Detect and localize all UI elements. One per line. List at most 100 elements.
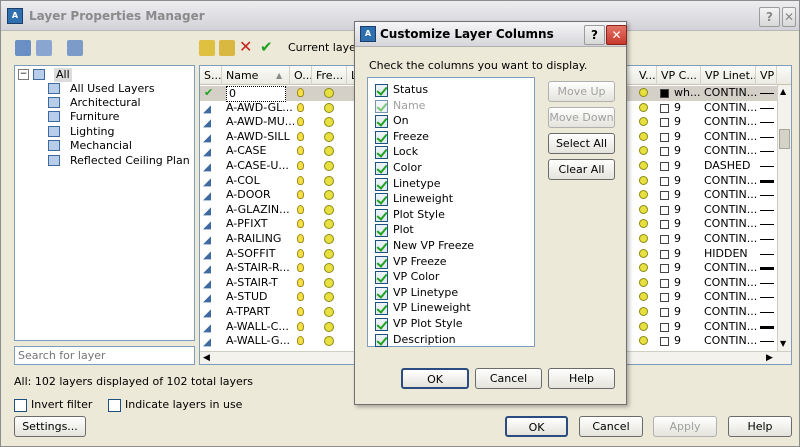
vp-linetype-value[interactable]: CONTIN... xyxy=(704,86,757,100)
vp-lineweight-line[interactable] xyxy=(760,312,774,313)
col-header-vp-linetype[interactable]: VP Linet... xyxy=(701,66,756,85)
vp-freeze-sun-icon[interactable] xyxy=(639,190,648,200)
freeze-sun-icon[interactable] xyxy=(324,234,334,244)
on-bulb-icon[interactable] xyxy=(297,307,304,316)
vp-freeze-sun-icon[interactable] xyxy=(639,321,648,331)
vp-color-swatch[interactable] xyxy=(660,147,669,157)
column-checkbox[interactable] xyxy=(375,224,388,238)
column-checkbox[interactable] xyxy=(375,318,388,331)
vp-linetype-value[interactable]: CONTIN... xyxy=(704,174,757,188)
delete-layer-icon[interactable]: ✕ xyxy=(239,39,255,56)
on-bulb-icon[interactable] xyxy=(297,175,304,185)
invert-filter-checkbox[interactable] xyxy=(14,399,27,412)
scroll-right-icon[interactable]: ▶ xyxy=(766,353,773,363)
settings-button[interactable]: Settings... xyxy=(14,416,86,437)
vp-linetype-value[interactable]: CONTIN... xyxy=(704,232,757,246)
column-checkbox[interactable] xyxy=(375,240,388,253)
on-bulb-icon[interactable] xyxy=(297,263,304,273)
vp-color-swatch[interactable] xyxy=(660,118,669,128)
vp-freeze-sun-icon[interactable] xyxy=(639,219,648,229)
vp-freeze-sun-icon[interactable] xyxy=(639,263,648,273)
col-header-vp-color[interactable]: VP C... xyxy=(657,66,701,85)
vp-color-swatch[interactable] xyxy=(660,132,669,142)
on-bulb-icon[interactable] xyxy=(297,219,304,229)
new-group-filter-icon[interactable] xyxy=(36,40,52,56)
vp-freeze-sun-icon[interactable] xyxy=(639,175,648,185)
vp-lineweight-line[interactable] xyxy=(760,107,774,109)
vp-freeze-sun-icon[interactable] xyxy=(639,336,648,346)
vp-lineweight-line[interactable] xyxy=(760,136,774,138)
vp-lineweight-line[interactable] xyxy=(760,239,774,240)
column-checkbox[interactable] xyxy=(375,255,388,269)
vp-linetype-value[interactable]: CONTIN... xyxy=(704,276,757,290)
main-ok-button[interactable]: OK xyxy=(505,416,568,437)
vp-lineweight-line[interactable] xyxy=(760,151,774,153)
column-checkbox[interactable] xyxy=(375,84,388,97)
freeze-sun-icon[interactable] xyxy=(324,102,334,113)
vp-freeze-sun-icon[interactable] xyxy=(639,131,648,141)
new-layer-vp-frozen-icon[interactable] xyxy=(219,40,235,56)
vp-lineweight-line[interactable] xyxy=(760,253,774,255)
dialog-close-button[interactable]: ✕ xyxy=(606,25,627,45)
vp-freeze-sun-icon[interactable] xyxy=(639,88,648,97)
new-layer-icon[interactable] xyxy=(199,40,215,56)
vp-color-swatch[interactable] xyxy=(660,220,669,230)
dialog-help-button[interactable]: ? xyxy=(584,25,605,45)
vp-freeze-sun-icon[interactable] xyxy=(639,102,648,112)
column-checkbox[interactable] xyxy=(375,177,388,191)
vp-color-swatch[interactable] xyxy=(660,235,669,244)
collapse-icon[interactable]: − xyxy=(18,69,29,80)
col-header-vp-freeze[interactable]: V... xyxy=(635,66,657,85)
vp-color-swatch[interactable] xyxy=(660,162,669,171)
vp-freeze-sun-icon[interactable] xyxy=(639,248,648,258)
window-help-button[interactable]: ? xyxy=(759,7,780,27)
col-header-on[interactable]: O... xyxy=(290,66,312,85)
on-bulb-icon[interactable] xyxy=(297,190,304,200)
col-header-vp-lineweight[interactable]: VP xyxy=(756,66,777,85)
column-checkbox[interactable] xyxy=(375,130,388,144)
vp-linetype-value[interactable]: CONTIN... xyxy=(704,188,757,202)
vp-linetype-value[interactable]: CONTIN... xyxy=(704,101,757,115)
col-header-freeze[interactable]: Fre... xyxy=(312,66,347,85)
freeze-sun-icon[interactable] xyxy=(324,175,334,186)
freeze-sun-icon[interactable] xyxy=(324,307,334,317)
scroll-left-icon[interactable]: ◀ xyxy=(203,353,210,363)
layer-states-manager-icon[interactable] xyxy=(67,40,83,56)
on-bulb-icon[interactable] xyxy=(297,292,304,302)
freeze-sun-icon[interactable] xyxy=(324,131,334,142)
column-checkbox[interactable] xyxy=(375,146,388,160)
vp-freeze-sun-icon[interactable] xyxy=(639,204,648,214)
vp-freeze-sun-icon[interactable] xyxy=(639,161,648,170)
column-checkbox[interactable] xyxy=(375,271,388,285)
vp-color-swatch[interactable] xyxy=(660,89,669,98)
vp-freeze-sun-icon[interactable] xyxy=(639,277,648,287)
vp-lineweight-line[interactable] xyxy=(760,209,774,211)
scroll-down-icon[interactable]: ▼ xyxy=(780,339,786,348)
vp-linetype-value[interactable]: CONTIN... xyxy=(704,217,757,231)
column-checkbox[interactable] xyxy=(375,162,388,175)
on-bulb-icon[interactable] xyxy=(297,161,304,170)
vp-lineweight-line[interactable] xyxy=(760,166,774,167)
vp-color-swatch[interactable] xyxy=(660,264,669,274)
vp-linetype-value[interactable]: CONTIN... xyxy=(704,115,757,129)
vp-lineweight-line[interactable] xyxy=(760,224,774,226)
on-bulb-icon[interactable] xyxy=(297,248,304,258)
scroll-up-icon[interactable]: ▲ xyxy=(780,87,786,96)
on-bulb-icon[interactable] xyxy=(297,131,304,141)
dialog-cancel-button[interactable]: Cancel xyxy=(475,368,542,389)
vp-linetype-value[interactable]: CONTIN... xyxy=(704,144,757,158)
vp-linetype-value[interactable]: HIDDEN xyxy=(704,247,748,261)
vp-freeze-sun-icon[interactable] xyxy=(639,146,648,156)
column-checkbox[interactable] xyxy=(375,193,388,207)
vp-linetype-value[interactable]: CONTIN... xyxy=(704,320,757,334)
freeze-sun-icon[interactable] xyxy=(324,321,334,332)
freeze-sun-icon[interactable] xyxy=(324,336,334,347)
column-checkbox[interactable] xyxy=(375,302,388,316)
vertical-scroll-thumb[interactable] xyxy=(779,129,790,149)
vp-lineweight-line[interactable] xyxy=(760,93,774,94)
vp-lineweight-line[interactable] xyxy=(760,341,774,343)
vp-freeze-sun-icon[interactable] xyxy=(639,307,648,316)
vp-freeze-sun-icon[interactable] xyxy=(639,234,648,243)
freeze-sun-icon[interactable] xyxy=(324,88,334,98)
freeze-sun-icon[interactable] xyxy=(324,146,334,157)
